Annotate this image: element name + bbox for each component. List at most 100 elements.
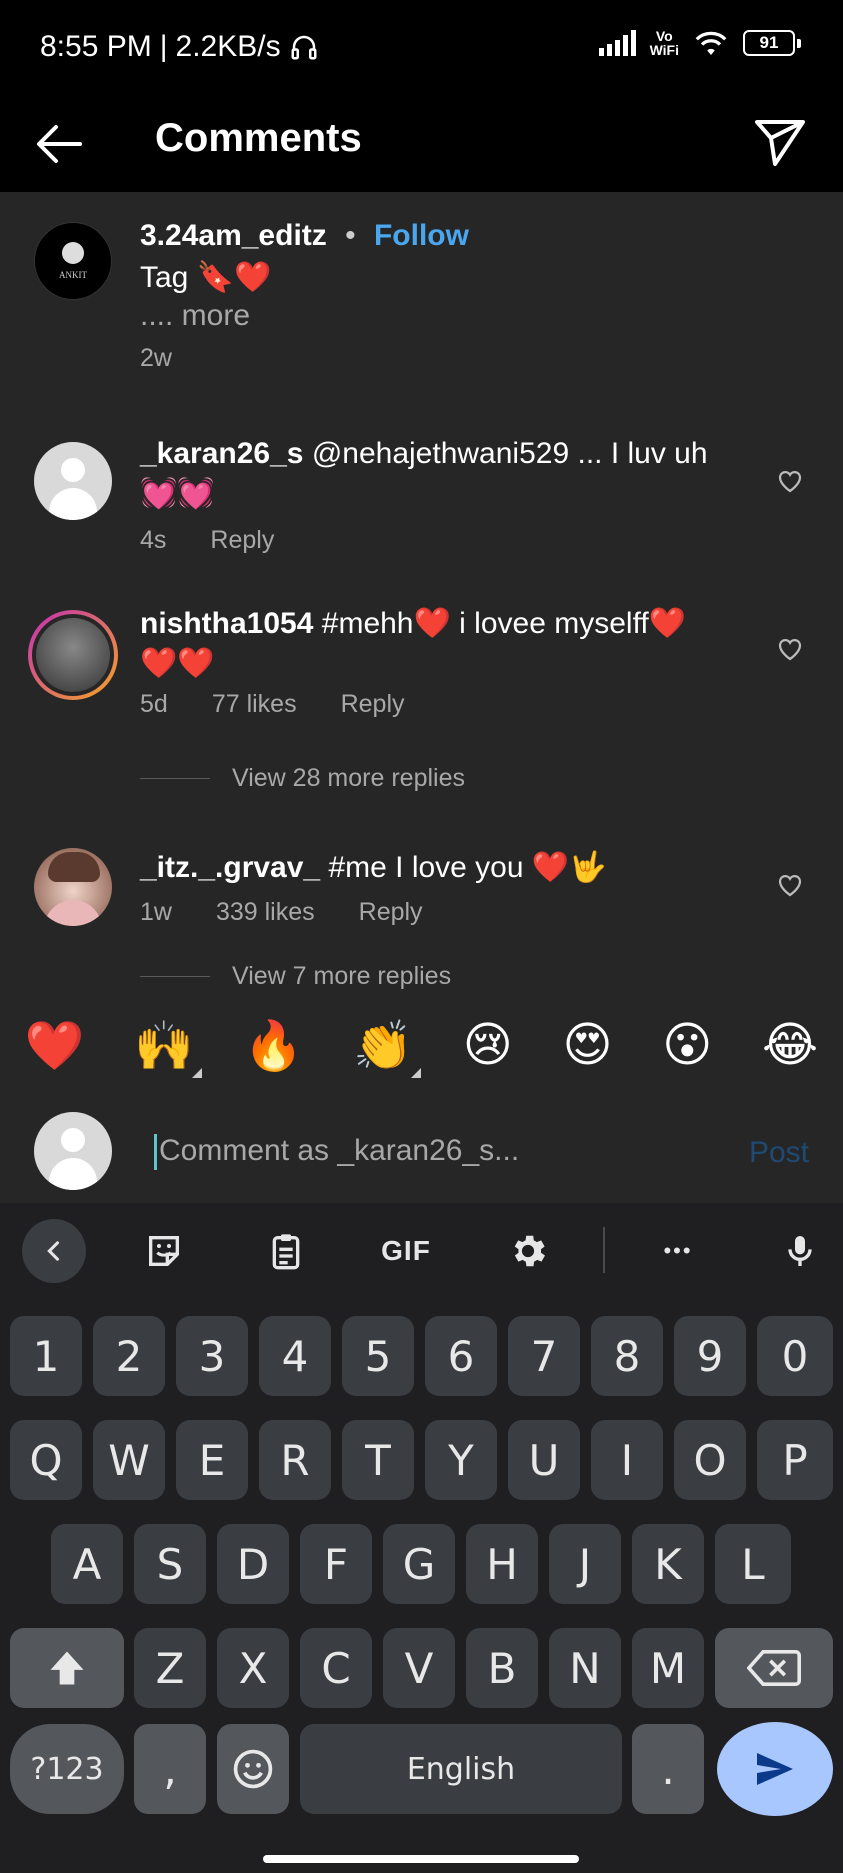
key-e[interactable]: E [176,1420,248,1500]
key-4[interactable]: 4 [259,1316,331,1396]
clipboard-icon [272,1234,300,1270]
toolbar-divider [603,1227,605,1273]
reaction-heart[interactable]: ❤️ [25,1017,85,1074]
key-l[interactable]: L [715,1524,791,1604]
key-t[interactable]: T [342,1420,414,1500]
header: Comments [0,96,843,192]
key-7[interactable]: 7 [508,1316,580,1396]
comment-username[interactable]: nishtha1054 [140,607,313,640]
key-9[interactable]: 9 [674,1316,746,1396]
key-6[interactable]: 6 [425,1316,497,1396]
headphones-icon [291,35,317,60]
status-left: 8:55 PM | 2.2KB/s [40,30,319,64]
settings-button[interactable] [496,1219,560,1283]
reaction-raised-hands[interactable]: 🙌 [134,1017,202,1078]
reaction-clap[interactable]: 👏 [353,1017,421,1078]
key-0[interactable]: 0 [757,1316,833,1396]
key-y[interactable]: Y [425,1420,497,1500]
key-f[interactable]: F [300,1524,372,1604]
avatar[interactable]: ANKIT [34,222,112,300]
key-b[interactable]: B [466,1628,538,1708]
home-indicator[interactable] [263,1855,579,1863]
voice-input-button[interactable] [768,1219,832,1283]
key-g[interactable]: G [383,1524,455,1604]
comment-input[interactable]: Comment as _karan26_s... [154,1134,519,1171]
smiley-icon [233,1749,273,1789]
reaction-laughing[interactable]: 😂 [762,1017,818,1073]
comma-key[interactable]: , [134,1724,206,1814]
heart-icon[interactable] [775,870,805,900]
key-p[interactable]: P [757,1420,833,1500]
key-r[interactable]: R [259,1420,331,1500]
signal-icon [598,30,636,56]
space-key[interactable]: English [300,1724,622,1814]
avatar[interactable] [34,442,112,520]
view-more-replies[interactable]: View 7 more replies [140,962,451,991]
follow-button[interactable]: Follow [374,219,469,252]
shift-key[interactable] [10,1628,124,1708]
key-j[interactable]: J [549,1524,621,1604]
key-1[interactable]: 1 [10,1316,82,1396]
quick-reactions-bar: ❤️ 🙌 🔥 👏 😢 😍 😮 😂 [0,1000,843,1090]
sticker-button[interactable] [132,1219,196,1283]
key-s[interactable]: S [134,1524,206,1604]
microphone-icon [788,1236,812,1266]
keyboard-toolbar: GIF ••• [0,1203,843,1299]
reply-button[interactable]: Reply [359,898,423,927]
key-i[interactable]: I [591,1420,663,1500]
send-key[interactable] [717,1722,833,1816]
key-m[interactable]: M [632,1628,704,1708]
key-3[interactable]: 3 [176,1316,248,1396]
reaction-crying[interactable]: 😢 [463,1017,513,1073]
key-d[interactable]: D [217,1524,289,1604]
text-cursor [154,1134,157,1171]
keyboard: GIF ••• 1 2 3 4 5 6 7 8 9 0 Q W E R T Y … [0,1203,843,1873]
reaction-fire[interactable]: 🔥 [244,1017,304,1074]
key-5[interactable]: 5 [342,1316,414,1396]
key-c[interactable]: C [300,1628,372,1708]
clipboard-button[interactable] [254,1219,318,1283]
symbols-key[interactable]: ?123 [10,1724,124,1814]
skull-icon [62,242,84,264]
avatar[interactable] [34,848,112,926]
key-u[interactable]: U [508,1420,580,1500]
more-link[interactable]: .... more [140,296,723,336]
heart-icon[interactable] [775,634,805,664]
key-n[interactable]: N [549,1628,621,1708]
key-q[interactable]: Q [10,1420,82,1500]
view-more-replies[interactable]: View 28 more replies [140,764,465,793]
likes-count[interactable]: 77 likes [212,690,297,719]
key-w[interactable]: W [93,1420,165,1500]
send-icon[interactable] [749,110,809,170]
network-speed: 2.2KB/s [175,30,281,63]
comment-username[interactable]: _karan26_s [140,437,303,470]
heart-icon[interactable] [775,466,805,496]
caption-username[interactable]: 3.24am_editz [140,219,327,252]
key-h[interactable]: H [466,1524,538,1604]
avatar[interactable] [28,610,118,700]
comment-meta: 1w 339 likes Reply [140,898,423,927]
reply-button[interactable]: Reply [210,526,274,555]
key-z[interactable]: Z [134,1628,206,1708]
more-options-button[interactable]: ••• [646,1219,710,1283]
backspace-key[interactable] [715,1628,833,1708]
period-key[interactable]: . [632,1724,704,1814]
back-arrow-icon[interactable] [30,114,90,174]
emoji-key[interactable] [217,1724,289,1814]
key-a[interactable]: A [51,1524,123,1604]
keyboard-back-button[interactable] [22,1219,86,1283]
post-button[interactable]: Post [749,1136,809,1170]
reply-button[interactable]: Reply [341,690,405,719]
key-v[interactable]: V [383,1628,455,1708]
key-o[interactable]: O [674,1420,746,1500]
key-k[interactable]: K [632,1524,704,1604]
likes-count[interactable]: 339 likes [216,898,315,927]
reaction-heart-eyes[interactable]: 😍 [562,1017,612,1073]
gif-button[interactable]: GIF [374,1219,438,1283]
key-8[interactable]: 8 [591,1316,663,1396]
comments-list[interactable]: ANKIT 3.24am_editz • Follow Tag 🔖❤️ ....… [0,192,843,992]
key-x[interactable]: X [217,1628,289,1708]
reaction-surprised[interactable]: 😮 [662,1017,712,1073]
comment-username[interactable]: _itz._.grvav_ [140,851,320,884]
key-2[interactable]: 2 [93,1316,165,1396]
